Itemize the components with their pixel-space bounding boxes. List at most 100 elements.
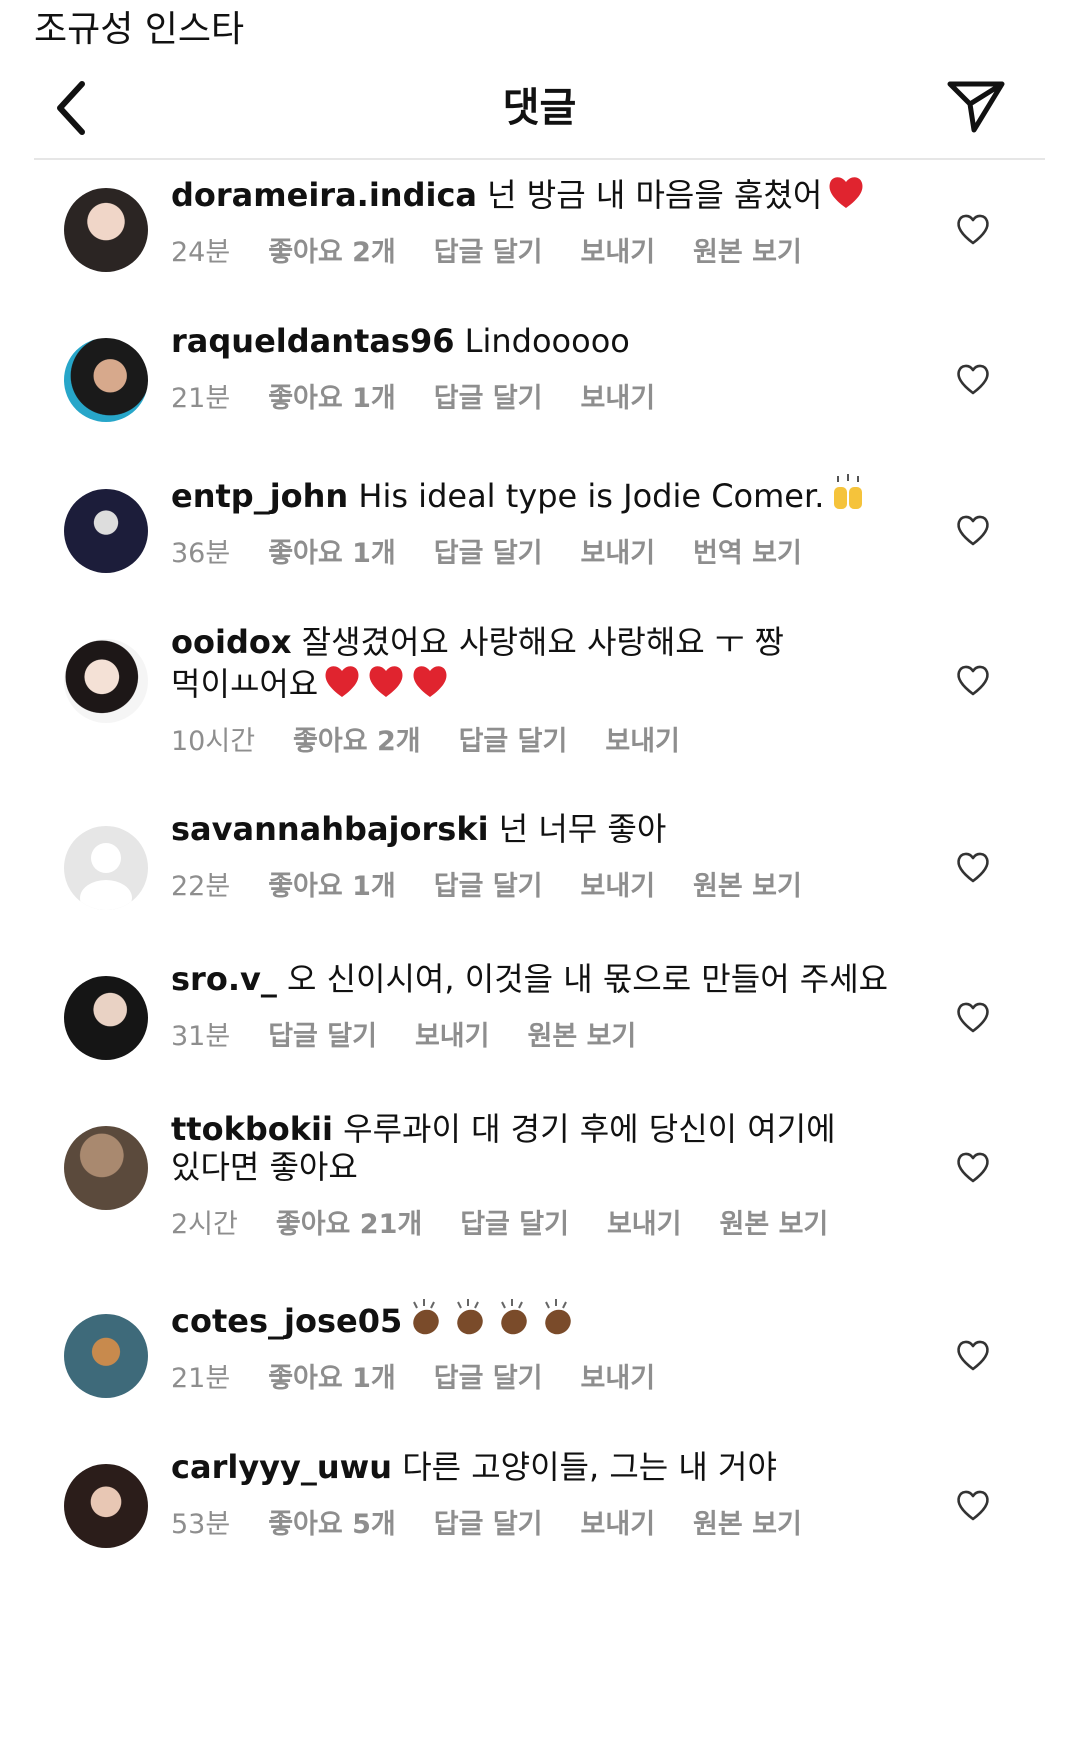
share-button[interactable] <box>944 74 1008 138</box>
comment-meta: 24분 좋아요 2개 답글 달기 보내기 원본 보기 <box>171 230 911 269</box>
reply-button[interactable]: 답글 달기 <box>268 1021 377 1052</box>
heart-outline-icon <box>957 1490 989 1521</box>
see-original-button[interactable]: 원본 보기 <box>693 237 802 268</box>
comment-body: ooidox 잘생겼어요 사랑해요 사랑해요 ㅜ 짱 먹이ㅛ어요 10시간 좋아요 … <box>171 623 911 758</box>
like-count[interactable]: 좋아요 5개 <box>268 1509 396 1540</box>
comment-username[interactable]: carlyyy_uwu <box>171 1448 392 1486</box>
clapping-hands-emoji-icon <box>457 1299 483 1335</box>
reply-button[interactable]: 답글 달기 <box>434 871 543 902</box>
heart-outline-icon <box>957 852 989 883</box>
send-button[interactable]: 보내기 <box>581 237 656 268</box>
send-button[interactable]: 보내기 <box>581 871 656 902</box>
comment-username[interactable]: raqueldantas96 <box>171 322 454 360</box>
comment-text-line: sro.v_ 오 신이시여, 이것을 내 몫으로 만들어 주세요 <box>171 960 911 998</box>
comment-username[interactable]: ooidox <box>171 623 291 661</box>
see-original-button[interactable]: 원본 보기 <box>528 1021 637 1052</box>
avatar[interactable] <box>64 639 148 723</box>
comments-header: 댓글 <box>0 62 1079 160</box>
avatar[interactable] <box>64 1126 148 1210</box>
send-button[interactable]: 보내기 <box>415 1021 490 1052</box>
reply-button[interactable]: 답글 달기 <box>434 538 543 569</box>
default-avatar[interactable] <box>64 826 148 910</box>
see-original-button[interactable]: 원본 보기 <box>693 1509 802 1540</box>
heart-outline-icon <box>957 665 989 696</box>
like-button[interactable] <box>954 1336 992 1374</box>
comment-body: ttokbokii 우루과이 대 경기 후에 당신이 여기에 있다면 좋아요 2시… <box>171 1110 911 1241</box>
avatar[interactable] <box>64 338 148 422</box>
comment-meta: 10시간 좋아요 2개 답글 달기 보내기 <box>171 719 911 758</box>
avatar[interactable] <box>64 976 148 1060</box>
comment-timestamp: 53분 <box>171 1509 231 1540</box>
comment-text-line: raqueldantas96 Lindooooo <box>171 322 911 360</box>
comment-text: Lindooooo <box>464 322 630 360</box>
red-heart-emoji-icon <box>829 177 863 208</box>
comment-timestamp: 36분 <box>171 538 231 569</box>
send-button[interactable]: 보내기 <box>581 383 656 414</box>
raised-hands-emoji-icon <box>834 474 863 509</box>
like-count[interactable]: 좋아요 2개 <box>268 237 396 268</box>
comment-meta: 21분 좋아요 1개 답글 달기 보내기 <box>171 376 911 415</box>
comment-body: cotes_jose05 21분 좋아요 1개 답글 달기 보내기 <box>171 1298 911 1395</box>
red-heart-emoji-icon <box>369 666 403 697</box>
reply-button[interactable]: 답글 달기 <box>459 726 568 757</box>
comment-username[interactable]: savannahbajorski <box>171 810 489 848</box>
send-button[interactable]: 보내기 <box>581 1363 656 1394</box>
comment-text: 넌 방금 내 마음을 훔쳤어 <box>487 176 823 214</box>
comment-username[interactable]: entp_john <box>171 477 348 515</box>
comment-username[interactable]: dorameira.indica <box>171 176 477 214</box>
red-heart-emoji-icon <box>413 666 447 697</box>
like-button[interactable] <box>954 998 992 1036</box>
comment-username[interactable]: ttokbokii <box>171 1110 333 1148</box>
send-button[interactable]: 보내기 <box>607 1209 682 1240</box>
heart-outline-icon <box>957 1002 989 1033</box>
screenshot-caption: 조규성 인스타 <box>34 9 245 50</box>
reply-button[interactable]: 답글 달기 <box>434 1363 543 1394</box>
like-count[interactable]: 좋아요 1개 <box>268 1363 396 1394</box>
clapping-hands-emoji-icon <box>413 1299 439 1335</box>
avatar[interactable] <box>64 188 148 272</box>
comment-body: carlyyy_uwu 다른 고양이들, 그는 내 거야 53분 좋아요 5개 답글 … <box>171 1448 911 1541</box>
like-count[interactable]: 좋아요 1개 <box>268 538 396 569</box>
like-count[interactable]: 좋아요 21개 <box>276 1209 422 1240</box>
reply-button[interactable]: 답글 달기 <box>434 383 543 414</box>
reply-button[interactable]: 답글 달기 <box>434 1509 543 1540</box>
comment-text-line: carlyyy_uwu 다른 고양이들, 그는 내 거야 <box>171 1448 911 1486</box>
comment-meta: 31분 답글 달기 보내기 원본 보기 <box>171 1014 911 1053</box>
like-button[interactable] <box>954 210 992 248</box>
translate-button[interactable]: 번역 보기 <box>693 538 802 569</box>
heart-outline-icon <box>957 1340 989 1371</box>
heart-outline-icon <box>957 364 989 395</box>
like-button[interactable] <box>954 848 992 886</box>
like-count[interactable]: 좋아요 1개 <box>268 383 396 414</box>
comment-timestamp: 21분 <box>171 1363 231 1394</box>
send-button[interactable]: 보내기 <box>581 1509 656 1540</box>
reply-button[interactable]: 답글 달기 <box>460 1209 569 1240</box>
like-button[interactable] <box>954 511 992 549</box>
comment-username[interactable]: sro.v_ <box>171 960 277 998</box>
heart-outline-icon <box>957 1152 989 1183</box>
like-button[interactable] <box>954 1148 992 1186</box>
comment-username[interactable]: cotes_jose05 <box>171 1302 402 1340</box>
like-button[interactable] <box>954 1486 992 1524</box>
comment-text: His ideal type is Jodie Comer. <box>358 477 825 515</box>
send-button[interactable]: 보내기 <box>581 538 656 569</box>
avatar[interactable] <box>64 1464 148 1548</box>
like-button[interactable] <box>954 661 992 699</box>
avatar[interactable] <box>64 1314 148 1398</box>
comment-timestamp: 21분 <box>171 383 231 414</box>
person-placeholder-icon <box>80 843 132 910</box>
like-count[interactable]: 좋아요 1개 <box>268 871 396 902</box>
comment-meta: 21분 좋아요 1개 답글 달기 보내기 <box>171 1356 911 1395</box>
comment-text-line: savannahbajorski 넌 너무 좋아 <box>171 810 911 848</box>
see-original-button[interactable]: 원본 보기 <box>693 871 802 902</box>
like-count[interactable]: 좋아요 2개 <box>293 726 421 757</box>
comment-meta: 22분 좋아요 1개 답글 달기 보내기 원본 보기 <box>171 864 911 903</box>
reply-button[interactable]: 답글 달기 <box>434 237 543 268</box>
heart-outline-icon <box>957 515 989 546</box>
comment-body: raqueldantas96 Lindooooo 21분 좋아요 1개 답글 달기 보내… <box>171 322 911 415</box>
see-original-button[interactable]: 원본 보기 <box>720 1209 829 1240</box>
comment-text-line: ttokbokii 우루과이 대 경기 후에 당신이 여기에 있다면 좋아요 <box>171 1110 911 1186</box>
send-button[interactable]: 보내기 <box>605 726 680 757</box>
avatar[interactable] <box>64 489 148 573</box>
like-button[interactable] <box>954 360 992 398</box>
